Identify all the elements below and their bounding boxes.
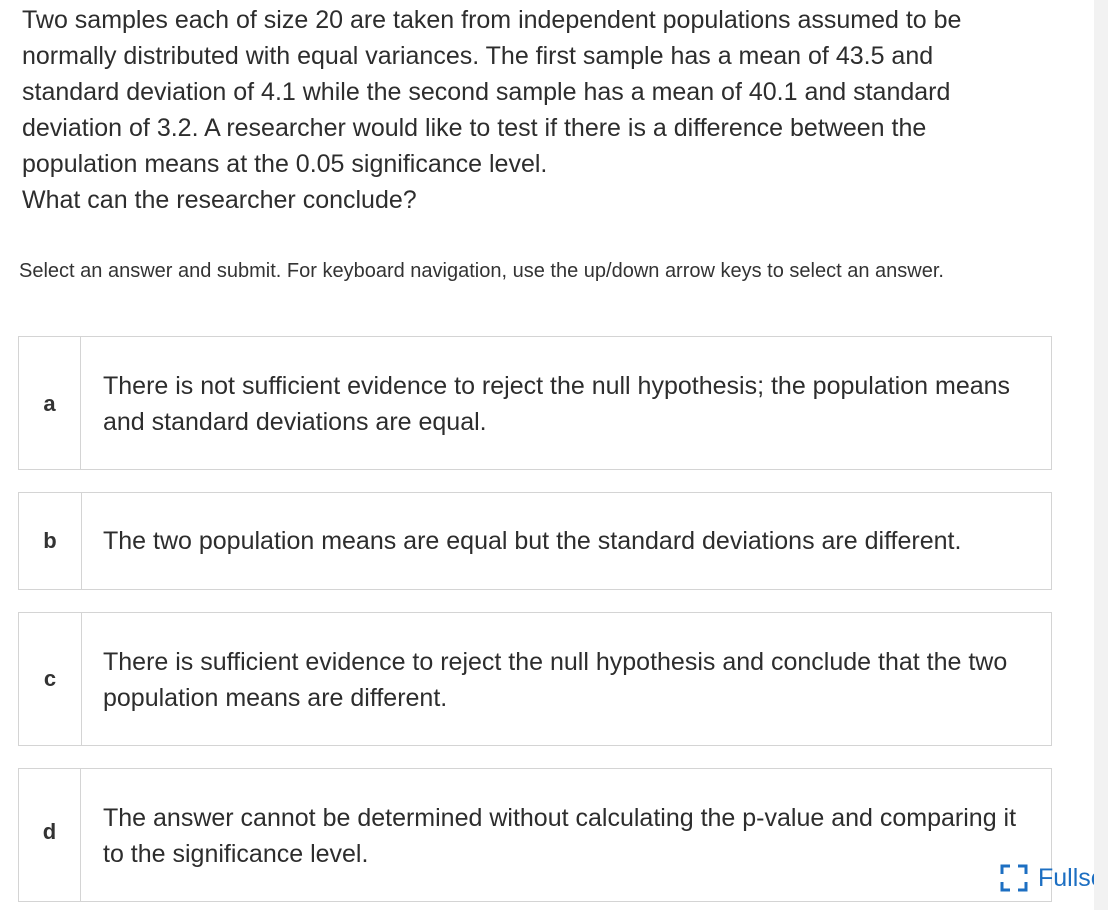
- question-text: Two samples each of size 20 are taken fr…: [22, 2, 1022, 218]
- answer-instructions: Select an answer and submit. For keyboar…: [19, 260, 944, 282]
- option-text: The answer cannot be determined without …: [103, 804, 1017, 868]
- option-text: There is sufficient evidence to reject t…: [103, 648, 1008, 712]
- option-letter: d: [19, 769, 81, 901]
- option-text: The two population means are equal but t…: [103, 527, 962, 555]
- option-text: There is not sufficient evidence to reje…: [103, 372, 1011, 436]
- answer-option-d[interactable]: d The answer cannot be determined withou…: [18, 768, 1052, 902]
- scrollbar-track[interactable]: [1094, 0, 1108, 910]
- question-paragraph: Two samples each of size 20 are taken fr…: [22, 6, 962, 178]
- answer-option-a[interactable]: a There is not sufficient evidence to re…: [18, 336, 1052, 470]
- fullscreen-icon: [1000, 864, 1028, 892]
- question-prompt: What can the researcher conclude?: [22, 186, 417, 214]
- fullscreen-button[interactable]: Fullscreen: [1000, 858, 1108, 898]
- answer-option-b[interactable]: b The two population means are equal but…: [18, 492, 1052, 590]
- answer-option-c[interactable]: c There is sufficient evidence to reject…: [18, 612, 1052, 746]
- option-letter: a: [19, 337, 81, 469]
- option-letter: c: [19, 613, 82, 745]
- question-page: Two samples each of size 20 are taken fr…: [0, 0, 1108, 910]
- option-letter: b: [19, 493, 82, 589]
